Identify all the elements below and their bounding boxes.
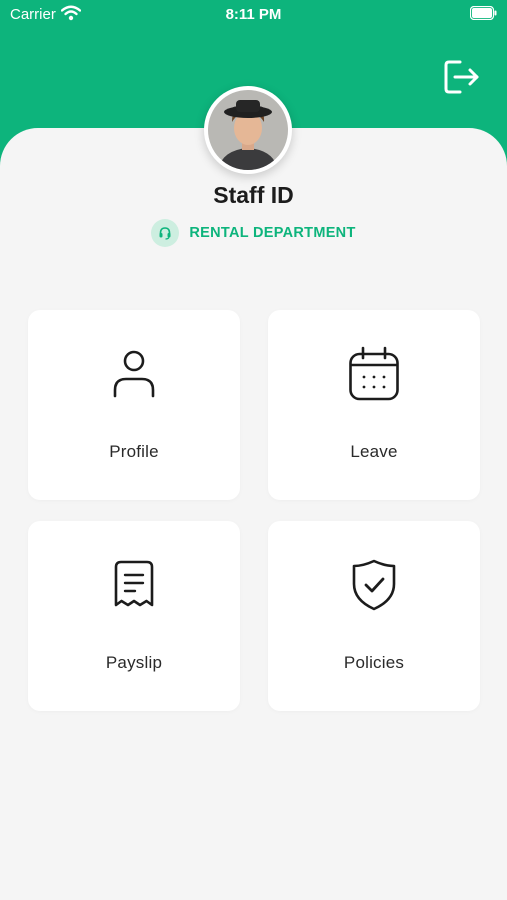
policies-card-label: Policies (343, 653, 405, 672)
staff-id-title: Staff ID (213, 182, 294, 208)
logout-button[interactable] (443, 58, 481, 96)
policies-card[interactable]: Policies (268, 521, 480, 711)
avatar[interactable] (204, 86, 292, 174)
shield-check-icon (352, 559, 396, 611)
battery-icon (469, 5, 497, 24)
payslip-card-label: Payslip (105, 653, 163, 672)
profile-card[interactable]: Profile (28, 310, 240, 500)
profile-card-label: Profile (109, 442, 159, 461)
user-icon (113, 350, 155, 398)
leave-card-label: Leave (350, 442, 398, 461)
receipt-icon (114, 560, 154, 607)
department-row: RENTAL DEPARTMENT (0, 219, 507, 247)
avatar-image (208, 90, 288, 170)
status-bar: Carrier 8:11 PM (0, 0, 507, 30)
leave-card[interactable]: Leave (268, 310, 480, 500)
calendar-icon (349, 346, 399, 401)
logout-icon (444, 60, 479, 94)
headset-icon (151, 219, 180, 247)
status-time: 8:11 PM (225, 6, 282, 23)
payslip-card[interactable]: Payslip (28, 521, 240, 711)
department-label: RENTAL DEPARTMENT (189, 225, 356, 241)
